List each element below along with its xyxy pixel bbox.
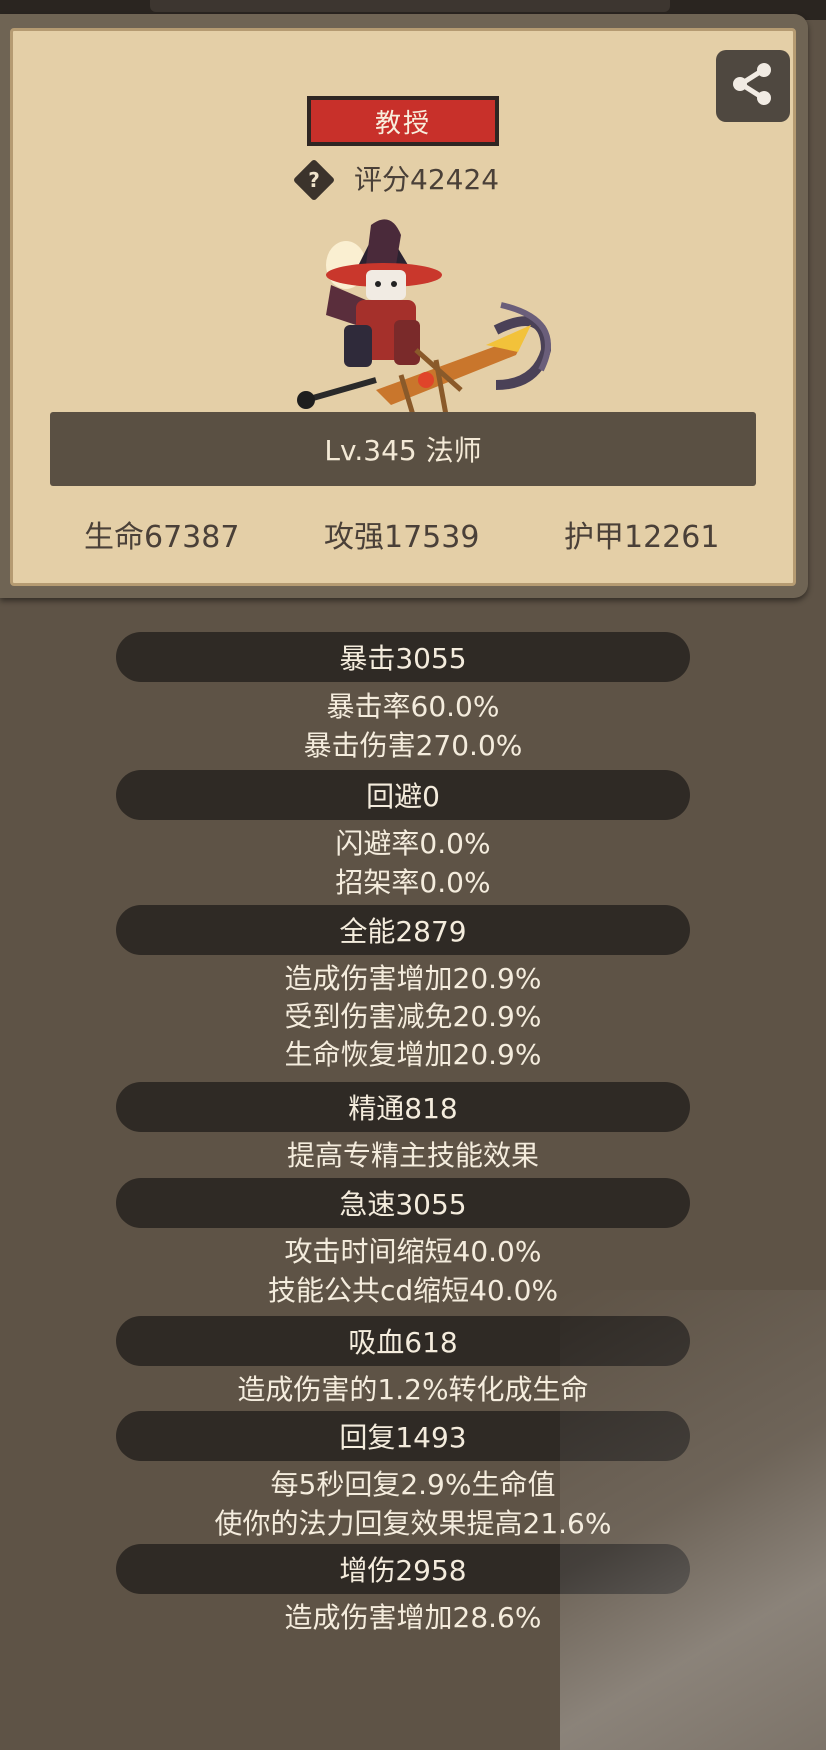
section-header-haste: 急速3055	[116, 1178, 690, 1228]
section-line: 闪避率0.0%	[335, 827, 491, 860]
section-line: 每5秒回复2.9%生命值	[270, 1468, 556, 1501]
share-button[interactable]	[716, 50, 790, 122]
section-line: 受到伤害减免20.9%	[284, 1000, 542, 1033]
section-line: 造成伤害的1.2%转化成生命	[237, 1373, 589, 1406]
section-line: 造成伤害增加28.6%	[284, 1601, 542, 1634]
section-line: 暴击率60.0%	[326, 690, 500, 723]
title-badge: 教授	[307, 96, 499, 146]
stat-armor: 护甲12261	[564, 520, 720, 555]
section-line: 技能公共cd缩短40.0%	[267, 1274, 559, 1307]
question-diamond-icon[interactable]: ?	[292, 158, 336, 202]
section-header-mastery: 精通818	[116, 1082, 690, 1132]
score-text: 评分42424	[354, 163, 500, 196]
section-line: 造成伤害增加20.9%	[284, 962, 542, 995]
top-tab	[150, 0, 670, 12]
level-banner: Lv.345 法师	[50, 412, 756, 486]
section-line: 招架率0.0%	[335, 866, 491, 899]
section-header-dodge: 回避0	[116, 770, 690, 820]
section-line: 提高专精主技能效果	[286, 1139, 539, 1172]
section-line: 生命恢复增加20.9%	[284, 1038, 542, 1071]
help-glyph: ?	[308, 168, 320, 192]
section-header-crit: 暴击3055	[116, 632, 690, 682]
section-line: 使你的法力回复效果提高21.6%	[214, 1507, 612, 1540]
section-line: 暴击伤害270.0%	[303, 729, 523, 762]
section-header-versatility: 全能2879	[116, 905, 690, 955]
section-line: 攻击时间缩短40.0%	[284, 1235, 542, 1268]
hero-sprite	[296, 210, 576, 430]
stat-hp: 生命67387	[84, 520, 240, 555]
section-header-damage-bonus: 增伤2958	[116, 1544, 690, 1594]
share-icon	[729, 61, 777, 111]
stat-attack: 攻强17539	[324, 520, 480, 555]
section-header-lifesteal: 吸血618	[116, 1316, 690, 1366]
section-header-regen: 回复1493	[116, 1411, 690, 1461]
